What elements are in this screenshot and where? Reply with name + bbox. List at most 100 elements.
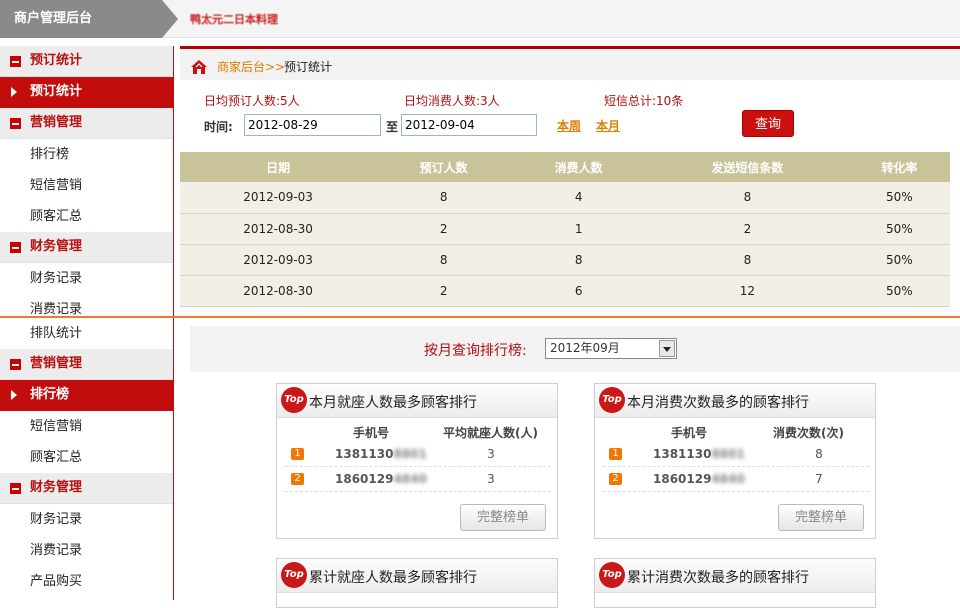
sidebar-item[interactable]: 产品购买 [0, 566, 173, 597]
col-phone-header: 手机号 [353, 426, 390, 440]
top-badge-icon: Top [599, 562, 625, 588]
card-header: Top 累计消费次数最多的顾客排行 [595, 559, 875, 593]
sidebar-item-label: 排行榜 [30, 387, 70, 402]
row-value: 3 [487, 447, 495, 461]
table-cell: 2012-08-30 [180, 275, 377, 307]
table-cell: 2 [646, 213, 849, 245]
row-value: 7 [815, 472, 823, 486]
avg-consume-stat: 日均消费人数:3人 [404, 94, 500, 108]
table-row: 2012-08-30 2 1 2 50% [180, 213, 950, 245]
column-header: 转化率 [848, 152, 950, 182]
query-button[interactable]: 查询 [742, 110, 794, 137]
sidebar-item[interactable]: 顾客汇总 [0, 442, 173, 473]
column-header: 预订人数 [376, 152, 512, 182]
breadcrumb-current: 预订统计 [284, 60, 333, 74]
sidebar-item[interactable]: 财务记录 [0, 263, 173, 294]
ranking-card: Top 本月消费次数最多的顾客排行 手机号 消费次数(次) 1 13811308… [594, 383, 876, 539]
top-badge-icon: Top [281, 387, 307, 413]
full-list-button[interactable]: 完整榜单 [460, 504, 546, 531]
month-query-bar: 按月查询排行榜: 2012年09月 [190, 326, 960, 372]
sms-total-stat: 短信总计:10条 [604, 94, 684, 108]
card-title: 累计消费次数最多的顾客排行 [627, 570, 809, 586]
avg-booking-stat: 日均预订人数:5人 [204, 94, 300, 108]
sidebar-section-header[interactable]: 财务管理 [0, 473, 173, 504]
phone-number: 18601294840 [653, 472, 745, 486]
sidebar-item-label: 消费记录 [30, 302, 83, 317]
collapse-icon [10, 359, 21, 370]
table-cell: 2012-09-03 [180, 182, 377, 214]
table-cell: 50% [848, 213, 950, 245]
breadcrumb-home-link[interactable]: 商家后台>> [217, 58, 285, 75]
collapse-icon [10, 56, 21, 67]
sidebar-section-label: 预订统计 [30, 53, 83, 68]
table-cell: 8 [376, 244, 512, 276]
collapse-icon [10, 118, 21, 129]
sidebar-section-header[interactable]: 财务管理 [0, 232, 173, 263]
sidebar-bottom: 排队统计营销管理排行榜短信营销顾客汇总 财务管理 财务记录 消费记录产品购买 [0, 318, 174, 600]
breadcrumb: 商家后台>> 预订统计 [180, 46, 960, 80]
row-value: 8 [815, 447, 823, 461]
this-month-link[interactable]: 本月 [596, 117, 620, 134]
sidebar-item[interactable]: 顾客汇总 [0, 201, 173, 232]
card-title: 累计就座人数最多顾客排行 [309, 570, 477, 586]
row-value: 3 [487, 472, 495, 486]
sidebar-section-header[interactable]: 营销管理 [0, 349, 173, 380]
card-title: 本月就座人数最多顾客排行 [309, 395, 477, 411]
arrow-right-icon [11, 390, 17, 400]
table-cell: 8 [376, 182, 512, 214]
sidebar-item-label: 预订统计 [30, 84, 83, 99]
this-week-link[interactable]: 本周 [557, 117, 581, 134]
sidebar-item[interactable]: 短信营销 [0, 411, 173, 442]
sidebar-section-header[interactable]: 营销管理 [0, 108, 173, 139]
sidebar-item-label: 短信营销 [30, 419, 83, 434]
card-header: Top 本月就座人数最多顾客排行 [277, 384, 557, 418]
sidebar-section-label: 营销管理 [30, 115, 83, 130]
sidebar-item-label: 排队统计 [30, 326, 83, 341]
sidebar-item[interactable]: 排行榜 [0, 139, 173, 170]
sidebar-section-header[interactable]: 预订统计 [0, 46, 173, 77]
top-badge-icon: Top [599, 387, 625, 413]
sidebar-item-active[interactable]: 排行榜 [0, 380, 173, 411]
home-icon[interactable] [190, 59, 208, 75]
sidebar-item[interactable]: 财务记录 [0, 504, 173, 535]
chevron-down-icon[interactable] [659, 340, 675, 357]
table-row: 2012-08-30 2 6 12 50% [180, 275, 950, 307]
table-cell: 2 [376, 213, 512, 245]
table-cell: 8 [511, 244, 647, 276]
full-list-button[interactable]: 完整榜单 [778, 504, 864, 531]
phone-number: 13811308801 [653, 447, 745, 461]
sidebar-item[interactable]: 消费记录 [0, 535, 173, 566]
sidebar-item-label: 顾客汇总 [30, 209, 83, 224]
list-item: 2 18601294840 7 [603, 467, 869, 492]
date-from-input[interactable]: 2012-08-29 [244, 114, 381, 136]
table-row: 2012-09-03 8 8 8 50% [180, 244, 950, 276]
table-cell: 2012-08-30 [180, 213, 377, 245]
collapse-icon [10, 242, 21, 253]
phone-number: 13811308801 [335, 447, 427, 461]
card-title: 本月消费次数最多的顾客排行 [627, 395, 809, 411]
col-value-header: 平均就座人数(人) [443, 426, 538, 440]
sidebar-item-label: 短信营销 [30, 178, 83, 193]
rank-badge: 1 [291, 448, 304, 460]
column-header: 发送短信条数 [646, 152, 849, 182]
table-cell: 1 [511, 213, 647, 245]
list-item: 1 13811308801 8 [603, 442, 869, 467]
rank-badge: 2 [291, 473, 304, 485]
month-select-value: 2012年09月 [550, 341, 620, 355]
month-select[interactable]: 2012年09月 [545, 338, 677, 359]
table-cell: 8 [646, 182, 849, 214]
sidebar-item-active[interactable]: 预订统计 [0, 77, 173, 108]
table-row: 2012-09-03 8 4 8 50% [180, 182, 950, 214]
sidebar-item-label: 产品购买 [30, 574, 83, 589]
sidebar-item[interactable]: 排队统计 [0, 318, 173, 349]
table-cell: 50% [848, 275, 950, 307]
table-cell: 8 [646, 244, 849, 276]
ranking-card: Top 累计消费次数最多的顾客排行 [594, 558, 876, 608]
date-to-input[interactable]: 2012-09-04 [401, 114, 537, 136]
booking-stats-table: 日期 预订人数 消费人数 发送短信条数 转化率 2012-09-03 8 4 8 50% 2012… [180, 152, 950, 307]
sidebar-item[interactable]: 短信营销 [0, 170, 173, 201]
column-header: 日期 [180, 152, 377, 182]
top-badge-icon: Top [281, 562, 307, 588]
col-phone-header: 手机号 [671, 426, 708, 440]
month-query-label: 按月查询排行榜: [424, 343, 527, 359]
